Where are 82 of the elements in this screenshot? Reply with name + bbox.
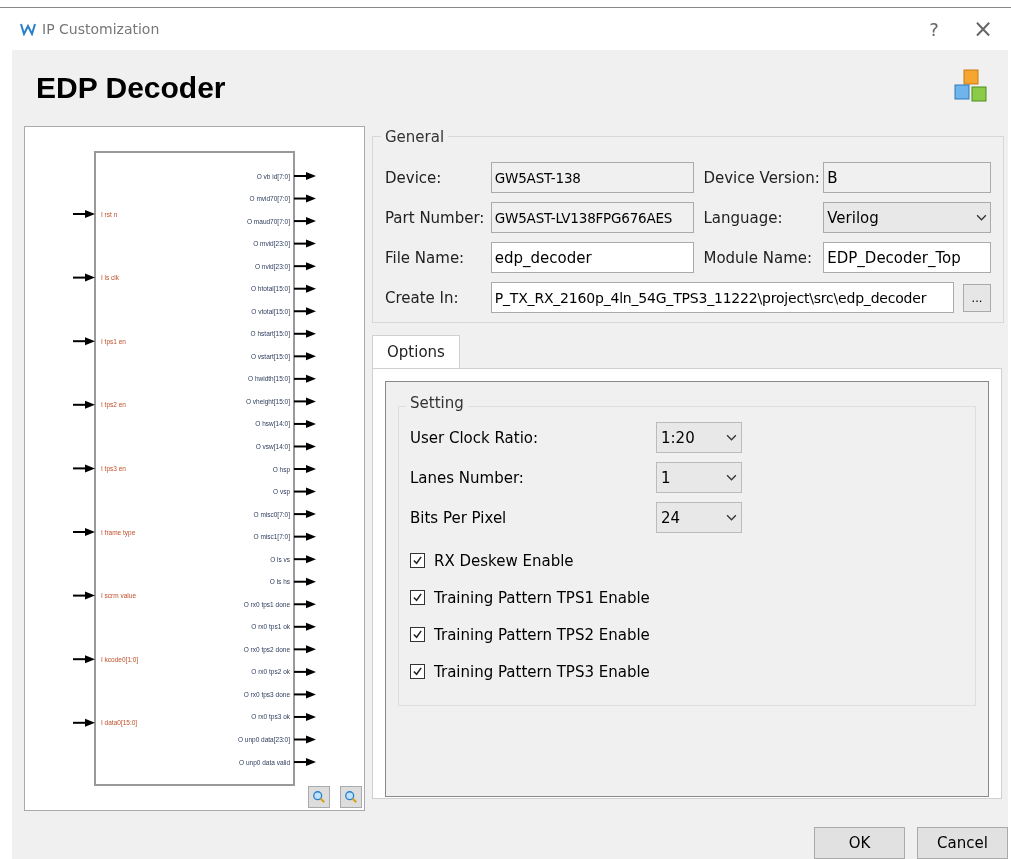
app-logo-icon: [20, 22, 36, 36]
window-title: IP Customization: [42, 21, 160, 37]
close-button[interactable]: ×: [972, 15, 993, 43]
output-arrow: [293, 352, 316, 361]
readonly-field: B: [823, 162, 991, 193]
output-arrow: [293, 555, 316, 564]
output-arrow: [293, 510, 316, 519]
checkbox[interactable]: [410, 590, 425, 605]
help-button[interactable]: ?: [929, 18, 939, 40]
input-field[interactable]: edp_decoder: [490, 242, 695, 273]
input-arrow: [72, 210, 95, 218]
field-label: Bits Per Pixel: [410, 508, 508, 527]
chevron-down-icon: [726, 434, 737, 441]
ip-title: EDP Decoder: [36, 71, 227, 105]
output-arrow: [293, 690, 316, 699]
field-label: Device:: [385, 168, 443, 187]
output-arrow: [293, 758, 316, 767]
input-arrow: [72, 528, 95, 536]
checkbox[interactable]: [410, 553, 425, 568]
readonly-field: GW5AST-LV138FPG676AES: [490, 202, 695, 233]
output-arrow: [293, 307, 316, 316]
field-label: Part Number:: [385, 208, 486, 227]
input-arrow: [72, 655, 95, 664]
dropdown[interactable]: 24: [656, 502, 742, 533]
field-label: File Name:: [385, 248, 466, 267]
magnifier-icon: [344, 790, 358, 804]
output-arrow: [293, 735, 316, 744]
checkbox[interactable]: [410, 627, 425, 642]
field-label: Device Version:: [703, 168, 821, 187]
output-arrow: [293, 172, 316, 180]
checkbox-label: Training Pattern TPS1 Enable: [434, 588, 650, 607]
output-arrow: [293, 465, 316, 473]
checkbox-label: Training Pattern TPS2 Enable: [434, 625, 650, 644]
output-arrow: [293, 329, 316, 338]
group-title: Setting: [406, 394, 468, 412]
output-arrow: [293, 622, 316, 631]
output-arrow: [293, 577, 316, 586]
output-arrow: [293, 217, 316, 226]
checkbox-label: RX Deskew Enable: [434, 551, 574, 570]
dropdown[interactable]: 1:20: [656, 422, 742, 453]
field-label: Lanes Number:: [410, 468, 525, 487]
checkbox[interactable]: [410, 664, 425, 679]
input-arrow: [72, 718, 95, 727]
ok-button[interactable]: OK: [814, 827, 905, 859]
field-label: Language:: [703, 208, 784, 227]
tab[interactable]: Options: [372, 335, 460, 368]
input-arrow: [72, 273, 95, 282]
output-arrow: [293, 442, 316, 451]
checkbox-label: Training Pattern TPS3 Enable: [434, 662, 650, 681]
path-field[interactable]: P_TX_RX_2160p_4ln_54G_TPS3_11222\project\src\edp_decoder: [490, 282, 955, 313]
output-arrow: [293, 487, 316, 496]
input-arrow: [72, 591, 95, 600]
input-arrow: [72, 337, 95, 346]
zoom-in-button[interactable]: [340, 786, 362, 808]
output-arrow: [293, 419, 316, 428]
chevron-down-icon: [726, 514, 737, 521]
dropdown[interactable]: Verilog: [823, 202, 991, 233]
magnifier-icon: [312, 790, 326, 804]
output-arrow: [293, 239, 316, 248]
output-arrow: [293, 667, 316, 676]
chevron-down-icon: [726, 474, 737, 481]
input-arrow: [72, 400, 95, 409]
chevron-down-icon: [976, 214, 987, 221]
dropdown[interactable]: 1: [656, 462, 742, 493]
output-arrow: [293, 397, 316, 406]
field-label: Module Name:: [703, 248, 814, 267]
cancel-button[interactable]: Cancel: [917, 827, 1008, 859]
input-field[interactable]: EDP_Decoder_Top: [823, 242, 991, 273]
output-arrow: [293, 374, 316, 383]
readonly-field: GW5AST-138: [490, 162, 695, 193]
output-arrow: [293, 284, 316, 293]
field-label: Create In:: [385, 288, 460, 307]
output-arrow: [293, 532, 316, 541]
output-arrow: [293, 600, 316, 609]
output-arrow: [293, 712, 316, 721]
output-arrow: [293, 194, 316, 203]
zoom-out-button[interactable]: [308, 786, 330, 808]
output-arrow: [293, 645, 316, 654]
output-arrow: [293, 262, 316, 271]
input-arrow: [72, 464, 95, 473]
field-label: User Clock Ratio:: [410, 428, 540, 447]
browse-button[interactable]: ...: [963, 283, 991, 312]
